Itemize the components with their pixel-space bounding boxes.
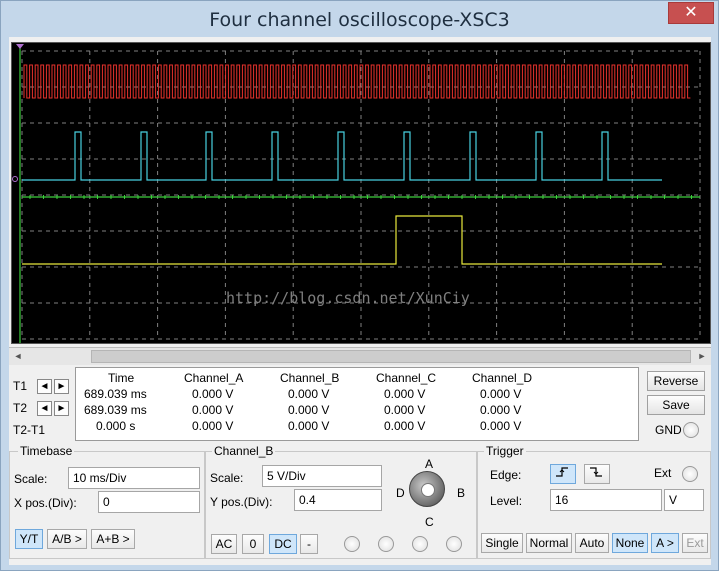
minus-button[interactable]: - — [300, 534, 318, 554]
ext-trigger-terminal[interactable] — [682, 466, 698, 482]
ypos-field[interactable]: 0.4 — [294, 489, 382, 511]
channel-scale-field[interactable]: 5 V/Div — [262, 465, 382, 487]
reverse-button[interactable]: Reverse — [647, 371, 705, 391]
a-plus-b-mode-button[interactable]: A+B > — [91, 529, 135, 549]
t2-label: T2 — [13, 401, 28, 415]
single-mode-button[interactable]: Single — [481, 533, 523, 553]
t2-left-button[interactable]: ◄ — [37, 400, 52, 416]
edge-label: Edge: — [490, 468, 522, 482]
t2-channel-c: 0.000 V — [384, 403, 426, 417]
t1-channel-b: 0.000 V — [288, 387, 330, 401]
dc-coupling-button[interactable]: DC — [269, 534, 297, 554]
channel-a-terminal[interactable] — [344, 536, 360, 552]
t1-channel-a: 0.000 V — [192, 387, 234, 401]
knob-label-b: B — [457, 486, 466, 500]
auto-mode-button[interactable]: Auto — [575, 533, 609, 553]
scroll-left-arrow[interactable]: ◄ — [9, 348, 27, 365]
header-channel-d: Channel_D — [472, 371, 533, 385]
t2-row: T2 ◄ ► — [13, 399, 69, 417]
channel-c-terminal[interactable] — [412, 536, 428, 552]
channel-selector-knob[interactable] — [409, 471, 445, 507]
none-mode-button[interactable]: None — [612, 533, 648, 553]
t1-left-button[interactable]: ◄ — [37, 378, 52, 394]
title-bar[interactable]: Four channel oscilloscope-XSC3 ✕ — [1, 1, 718, 39]
t2-channel-a: 0.000 V — [192, 403, 234, 417]
measurement-readout: Time Channel_A Channel_B Channel_C Chann… — [75, 367, 639, 441]
gnd-label: GND — [655, 423, 682, 437]
cursor-marker-icon — [16, 44, 24, 49]
diff-channel-a: 0.000 V — [192, 419, 234, 433]
t2-t1-label: T2-T1 — [13, 423, 46, 437]
zero-coupling-button[interactable]: 0 — [242, 534, 264, 554]
scroll-thumb[interactable] — [91, 350, 691, 363]
ext-source-button[interactable]: Ext — [682, 533, 708, 553]
diff-time: 0.000 s — [96, 419, 136, 433]
header-channel-a: Channel_A — [184, 371, 244, 385]
normal-mode-button[interactable]: Normal — [526, 533, 572, 553]
channel-a-trace — [23, 64, 691, 99]
t2-channel-d: 0.000 V — [480, 403, 522, 417]
scroll-right-arrow[interactable]: ► — [693, 348, 711, 365]
header-channel-b: Channel_B — [280, 371, 340, 385]
diff-channel-c: 0.000 V — [384, 419, 426, 433]
knob-label-c: C — [425, 515, 434, 529]
ac-coupling-button[interactable]: AC — [211, 534, 237, 554]
xpos-field[interactable]: 0 — [98, 491, 200, 513]
trigger-group: Trigger Edge: Ext Level: 16 V Single Nor… — [477, 444, 711, 559]
save-button[interactable]: Save — [647, 395, 705, 415]
channel-group: Channel_B Scale: 5 V/Div Y pos.(Div): 0.… — [205, 444, 477, 559]
scope-display[interactable]: http://blog.csdn.net/XunCiy — [11, 42, 711, 344]
instrument-panel: http://blog.csdn.net/XunCiy ◄ ► T1 ◄ ► T… — [9, 37, 711, 565]
falling-edge-button[interactable] — [584, 464, 610, 484]
horizontal-scrollbar[interactable]: ◄ ► — [9, 347, 711, 365]
t1-channel-c: 0.000 V — [384, 387, 426, 401]
trigger-title: Trigger — [484, 444, 526, 458]
knob-center — [421, 483, 435, 497]
knob-label-a: A — [425, 457, 434, 471]
timebase-scale-label: Scale: — [14, 472, 48, 486]
header-time: Time — [108, 371, 135, 385]
ext-label: Ext — [654, 466, 672, 480]
t1-label: T1 — [13, 379, 28, 393]
t1-row: T1 ◄ ► — [13, 377, 69, 395]
t1-channel-d: 0.000 V — [480, 387, 522, 401]
t1-right-button[interactable]: ► — [54, 378, 69, 394]
close-button[interactable]: ✕ — [668, 2, 714, 24]
t1-time: 689.039 ms — [84, 387, 147, 401]
ab-mode-button[interactable]: A/B > — [47, 529, 87, 549]
level-label: Level: — [490, 494, 523, 508]
t2-t1-row: T2-T1 — [13, 421, 45, 439]
channel-d-trace — [22, 215, 662, 265]
timebase-group: Timebase Scale: 10 ms/Div X pos.(Div): 0… — [9, 444, 205, 559]
channel-b-trace — [22, 131, 662, 181]
falling-edge-icon — [590, 467, 602, 477]
channel-scale-label: Scale: — [210, 471, 244, 485]
yt-mode-button[interactable]: Y/T — [15, 529, 43, 549]
level-field[interactable]: 16 — [550, 489, 662, 511]
ground-marker-icon — [12, 176, 18, 182]
gnd-terminal[interactable] — [683, 422, 699, 438]
channel-title: Channel_B — [212, 444, 276, 458]
header-channel-c: Channel_C — [376, 371, 437, 385]
timebase-scale-field[interactable]: 10 ms/Div — [68, 467, 200, 489]
diff-channel-b: 0.000 V — [288, 419, 330, 433]
oscilloscope-window: Four channel oscilloscope-XSC3 ✕ http://… — [0, 0, 719, 571]
channel-d-terminal[interactable] — [446, 536, 462, 552]
channel-b-terminal[interactable] — [378, 536, 394, 552]
diff-channel-d: 0.000 V — [480, 419, 522, 433]
t2-right-button[interactable]: ► — [54, 400, 69, 416]
ypos-label: Y pos.(Div): — [210, 495, 273, 509]
timebase-title: Timebase — [18, 444, 75, 458]
knob-label-d: D — [396, 486, 405, 500]
level-unit-field[interactable]: V — [664, 489, 704, 511]
t2-time: 689.039 ms — [84, 403, 147, 417]
watermark-text: http://blog.csdn.net/XunCiy — [226, 289, 470, 307]
window-title: Four channel oscilloscope-XSC3 — [209, 9, 510, 31]
rising-edge-icon — [556, 467, 568, 477]
cursor-controls: T1 ◄ ► T2 ◄ ► T2-T1 — [9, 367, 79, 441]
trigger-source-button[interactable]: A > — [651, 533, 679, 553]
rising-edge-button[interactable] — [550, 464, 576, 484]
t2-channel-b: 0.000 V — [288, 403, 330, 417]
xpos-label: X pos.(Div): — [14, 496, 77, 510]
